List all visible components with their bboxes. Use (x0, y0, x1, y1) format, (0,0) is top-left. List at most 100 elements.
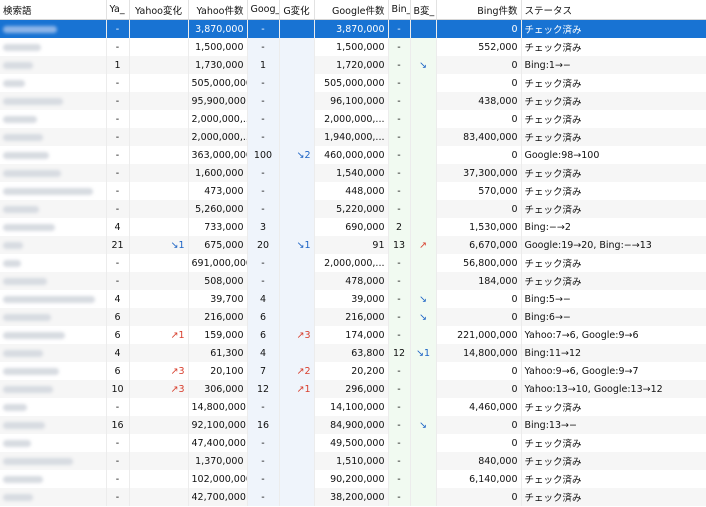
table-row[interactable]: 1 1,730,000 1 1,720,000- ↘ 0 Bing:1→− (0, 56, 706, 74)
bing-count-cell: 0 (436, 290, 522, 308)
table-row[interactable]: -473,000-448,000-570,000 チェック済み (0, 182, 706, 200)
keyword-cell[interactable] (0, 74, 107, 92)
keyword-cell[interactable] (0, 452, 107, 470)
col-header-bing-count[interactable]: Bing件数 (436, 0, 522, 20)
table-row[interactable]: -363,000,000 100 ↘2 460,000,000-0 Google:98→… (0, 146, 706, 164)
table-row[interactable]: -691,000,000-2,000,000,... -56,800,000 チェッ… (0, 254, 706, 272)
keyword-cell[interactable] (0, 92, 107, 110)
table-row[interactable]: 10 ↗3 306,000 12 ↗1 296,000- 0 Yahoo:13→10, Goo… (0, 380, 706, 398)
table-row[interactable]: -2,000,000,... -2,000,000,... -0 チェック済み (0, 110, 706, 128)
keyword-cell[interactable] (0, 308, 107, 326)
bing-rank-cell: - (388, 146, 411, 164)
bing-count-cell: 14,800,000 (436, 344, 522, 362)
keyword-cell[interactable] (0, 326, 107, 344)
table-row[interactable]: -505,000,000-505,000,000-0 チェック済み (0, 74, 706, 92)
bing-change-cell (410, 380, 437, 398)
yahoo-change-cell (129, 416, 189, 434)
status-cell: Google:19→20, Bing:−→13 (521, 236, 706, 254)
keyword-cell[interactable] (0, 164, 107, 182)
table-row[interactable]: -42,700,000-38,200,000-0 チェック済み (0, 488, 706, 506)
keyword-cell[interactable] (0, 146, 107, 164)
keyword-cell[interactable] (0, 434, 107, 452)
table-row[interactable]: 21 ↘1 675,000 20 ↘1 91 13 ↗ 6,670,000 Google:19→2… (0, 236, 706, 254)
table-row[interactable]: -3,870,000-3,870,000-0 チェック済み (0, 19, 706, 38)
table-row[interactable]: -102,000,000-90,200,000-6,140,000 チェック済み (0, 470, 706, 488)
keyword-cell[interactable] (0, 272, 107, 290)
keyword-cell[interactable] (0, 200, 107, 218)
google-count-cell: 39,000 (314, 290, 389, 308)
table-row[interactable]: -47,400,000-49,500,000-0 チェック済み (0, 434, 706, 452)
yahoo-rank-cell: 21 (106, 236, 130, 254)
keyword-cell[interactable] (0, 110, 107, 128)
table-row[interactable]: -5,260,000-5,220,000-0 チェック済み (0, 200, 706, 218)
keyword-cell[interactable] (0, 254, 107, 272)
keyword-redacted (3, 223, 55, 231)
keyword-cell[interactable] (0, 19, 107, 38)
bing-change-cell (410, 74, 437, 92)
yahoo-rank-cell: - (106, 434, 130, 452)
table-row[interactable]: -2,000,000,... -1,940,000,... -83,400,000 チ… (0, 128, 706, 146)
table-row[interactable]: -1,600,000-1,540,000-37,300,000 チェック済み (0, 164, 706, 182)
google-count-cell: 1,510,000 (314, 452, 389, 470)
keyword-cell[interactable] (0, 488, 107, 506)
table-row[interactable]: -1,500,000-1,500,000-552,000 チェック済み (0, 38, 706, 56)
bing-rank-cell: - (388, 380, 411, 398)
table-row[interactable]: -1,370,000-1,510,000-840,000 チェック済み (0, 452, 706, 470)
table-row[interactable]: 6 216,000 6 216,000- ↘ 0 Bing:6→− (0, 308, 706, 326)
table-row[interactable]: 4 61,300 4 63,800 12 ↘1 14,800,000 Bing:11→12 (0, 344, 706, 362)
google-count-cell: 216,000 (314, 308, 389, 326)
google-count-cell: 1,540,000 (314, 164, 389, 182)
col-header-status[interactable]: ステータス (521, 0, 706, 20)
col-header-yahoo-rank[interactable]: Ya_ (106, 0, 130, 20)
keyword-cell[interactable] (0, 398, 107, 416)
yahoo-count-cell: 675,000 (188, 236, 248, 254)
table-row[interactable]: -95,900,000-96,100,000-438,000 チェック済み (0, 92, 706, 110)
bing-rank-cell: - (388, 38, 411, 56)
google-count-cell: 96,100,000 (314, 92, 389, 110)
yahoo-rank-cell: - (106, 128, 130, 146)
google-change-cell: ↘2 (279, 146, 315, 164)
table-row[interactable]: 16 92,100,000 16 84,900,000- ↘ 0 Bing:13→− (0, 416, 706, 434)
keyword-cell[interactable] (0, 56, 107, 74)
keyword-cell[interactable] (0, 344, 107, 362)
keyword-cell[interactable] (0, 470, 107, 488)
keyword-cell[interactable] (0, 38, 107, 56)
yahoo-rank-cell: - (106, 254, 130, 272)
yahoo-rank-cell: 10 (106, 380, 130, 398)
keyword-cell[interactable] (0, 416, 107, 434)
table-row[interactable]: 6 ↗3 20,100 7 ↗2 20,200- 0 Yahoo:9→6, Google:9→… (0, 362, 706, 380)
keyword-cell[interactable] (0, 128, 107, 146)
table-row[interactable]: 4 39,700 4 39,000- ↘ 0 Bing:5→− (0, 290, 706, 308)
google-rank-cell: 100 (247, 146, 280, 164)
keyword-cell[interactable] (0, 290, 107, 308)
table-row[interactable]: -508,000-478,000-184,000 チェック済み (0, 272, 706, 290)
keyword-cell[interactable] (0, 380, 107, 398)
table-row[interactable]: 6 ↗1 159,000 6 ↗3 174,000-221,000,000 Yahoo:7→… (0, 326, 706, 344)
google-count-cell: 2,000,000,... (314, 110, 389, 128)
col-header-keyword[interactable]: 検索語 (0, 0, 107, 20)
google-rank-cell: 1 (247, 56, 280, 74)
status-cell: Yahoo:13→10, Google:13→12 (521, 380, 706, 398)
keyword-redacted (3, 205, 39, 213)
keyword-cell[interactable] (0, 182, 107, 200)
col-header-bing-rank[interactable]: Bin_ (388, 0, 411, 20)
col-header-yahoo-count[interactable]: Yahoo件数 (188, 0, 248, 20)
col-header-google-change[interactable]: G変化 (279, 0, 315, 20)
keyword-redacted (3, 169, 61, 177)
keyword-cell[interactable] (0, 236, 107, 254)
col-header-yahoo-change[interactable]: Yahoo変化 (129, 0, 189, 20)
bing-count-cell: 0 (436, 200, 522, 218)
bing-change-cell (410, 182, 437, 200)
bing-rank-cell: - (388, 272, 411, 290)
col-header-google-count[interactable]: Google件数 (314, 0, 389, 20)
keyword-cell[interactable] (0, 362, 107, 380)
keyword-cell[interactable] (0, 218, 107, 236)
table-row[interactable]: 4 733,000 3 690,000 2 1,530,000 Bing:−→2 (0, 218, 706, 236)
status-cell: Yahoo:7→6, Google:9→6 (521, 326, 706, 344)
status-cell: チェック済み (521, 254, 706, 272)
table-row[interactable]: -14,800,000-14,100,000-4,460,000 チェック済み (0, 398, 706, 416)
col-header-bing-change[interactable]: B変_ (410, 0, 437, 20)
col-header-google-rank[interactable]: Goog_ (247, 0, 280, 20)
google-change-cell: ↘1 (279, 236, 315, 254)
keyword-redacted (3, 295, 95, 303)
